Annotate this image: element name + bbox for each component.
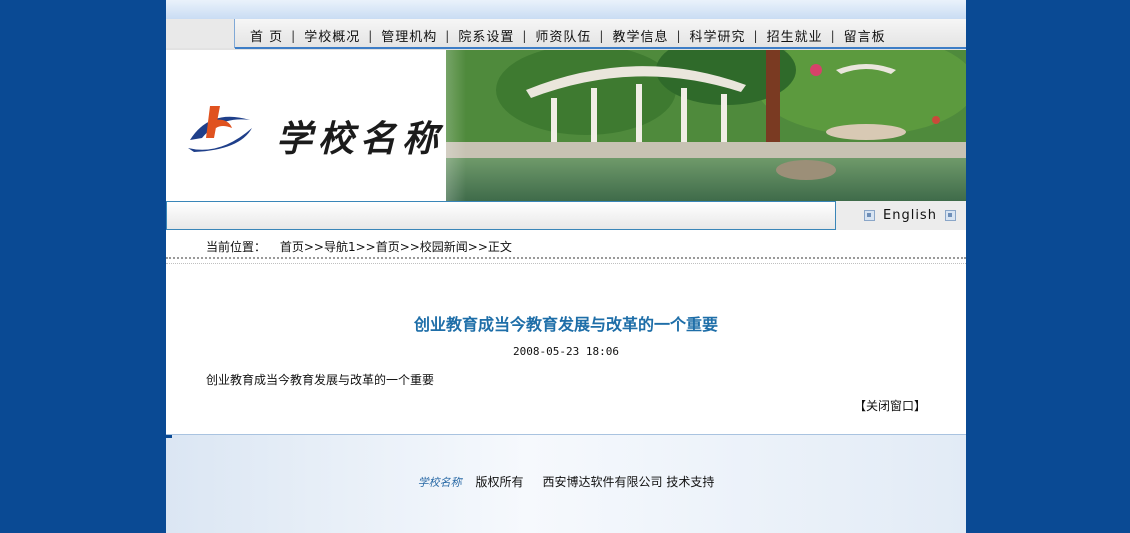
main-nav: 首 页 | 学校概况 | 管理机构 | 院系设置 | 师资队伍 | 教学信息 |… (166, 19, 966, 50)
footer-copyright: 版权所有 (475, 475, 524, 489)
breadcrumb-label: 当前位置： (206, 240, 267, 254)
dotted-divider (166, 257, 966, 264)
square-bullet-icon (944, 210, 956, 221)
footer-text: 学校名称 版权所有 西安博达软件有限公司 技术支持 (166, 473, 966, 490)
page-container: 首 页 | 学校概况 | 管理机构 | 院系设置 | 师资队伍 | 教学信息 |… (166, 0, 966, 533)
nav-item-admissions[interactable]: 招生就业 (759, 26, 831, 45)
article-title: 创业教育成当今教育发展与改革的一个重要 (413, 315, 718, 334)
nav-item-about[interactable]: 学校概况 (296, 26, 368, 45)
breadcrumb-path[interactable]: 首页>>导航1>>首页>>校园新闻>>正文 (280, 240, 512, 254)
school-name-logo: 学校名称 (276, 118, 445, 160)
nav-item-home[interactable]: 首 页 (242, 26, 291, 45)
footer-school-name: 学校名称 (417, 476, 462, 489)
footer-support: 技术支持 (666, 475, 715, 489)
english-link[interactable]: English (856, 208, 964, 223)
header-banner: 学校名称 (166, 50, 966, 201)
nav-underline (235, 47, 966, 49)
footer-company: 西安博达软件有限公司 (542, 475, 663, 489)
article-date: 2008-05-23 18:06 (513, 345, 619, 358)
close-window-link[interactable]: 【关闭窗口】 (854, 397, 926, 414)
footer: 学校名称 版权所有 西安博达软件有限公司 技术支持 (166, 434, 966, 533)
nav-item-teaching[interactable]: 教学信息 (604, 26, 676, 45)
article-body: 创业教育成当今教育发展与改革的一个重要 (206, 373, 435, 387)
nav-item-faculty[interactable]: 师资队伍 (527, 26, 599, 45)
nav-item-research[interactable]: 科学研究 (682, 26, 754, 45)
footer-accent (166, 435, 172, 438)
school-logo-icon (188, 106, 252, 152)
nav-items: 首 页 | 学校概况 | 管理机构 | 院系设置 | 师资队伍 | 教学信息 |… (242, 26, 894, 46)
sub-bar: English (166, 201, 966, 230)
sub-bar-field (166, 201, 836, 230)
nav-item-management[interactable]: 管理机构 (373, 26, 445, 45)
english-label: English (883, 208, 937, 223)
breadcrumb: 当前位置： 首页>>导航1>>首页>>校园新闻>>正文 (206, 238, 512, 255)
nav-item-departments[interactable]: 院系设置 (450, 26, 522, 45)
nav-left-block (166, 19, 235, 48)
nav-item-guestbook[interactable]: 留言板 (836, 26, 894, 45)
square-bullet-icon (864, 210, 875, 221)
top-strip (166, 0, 966, 19)
